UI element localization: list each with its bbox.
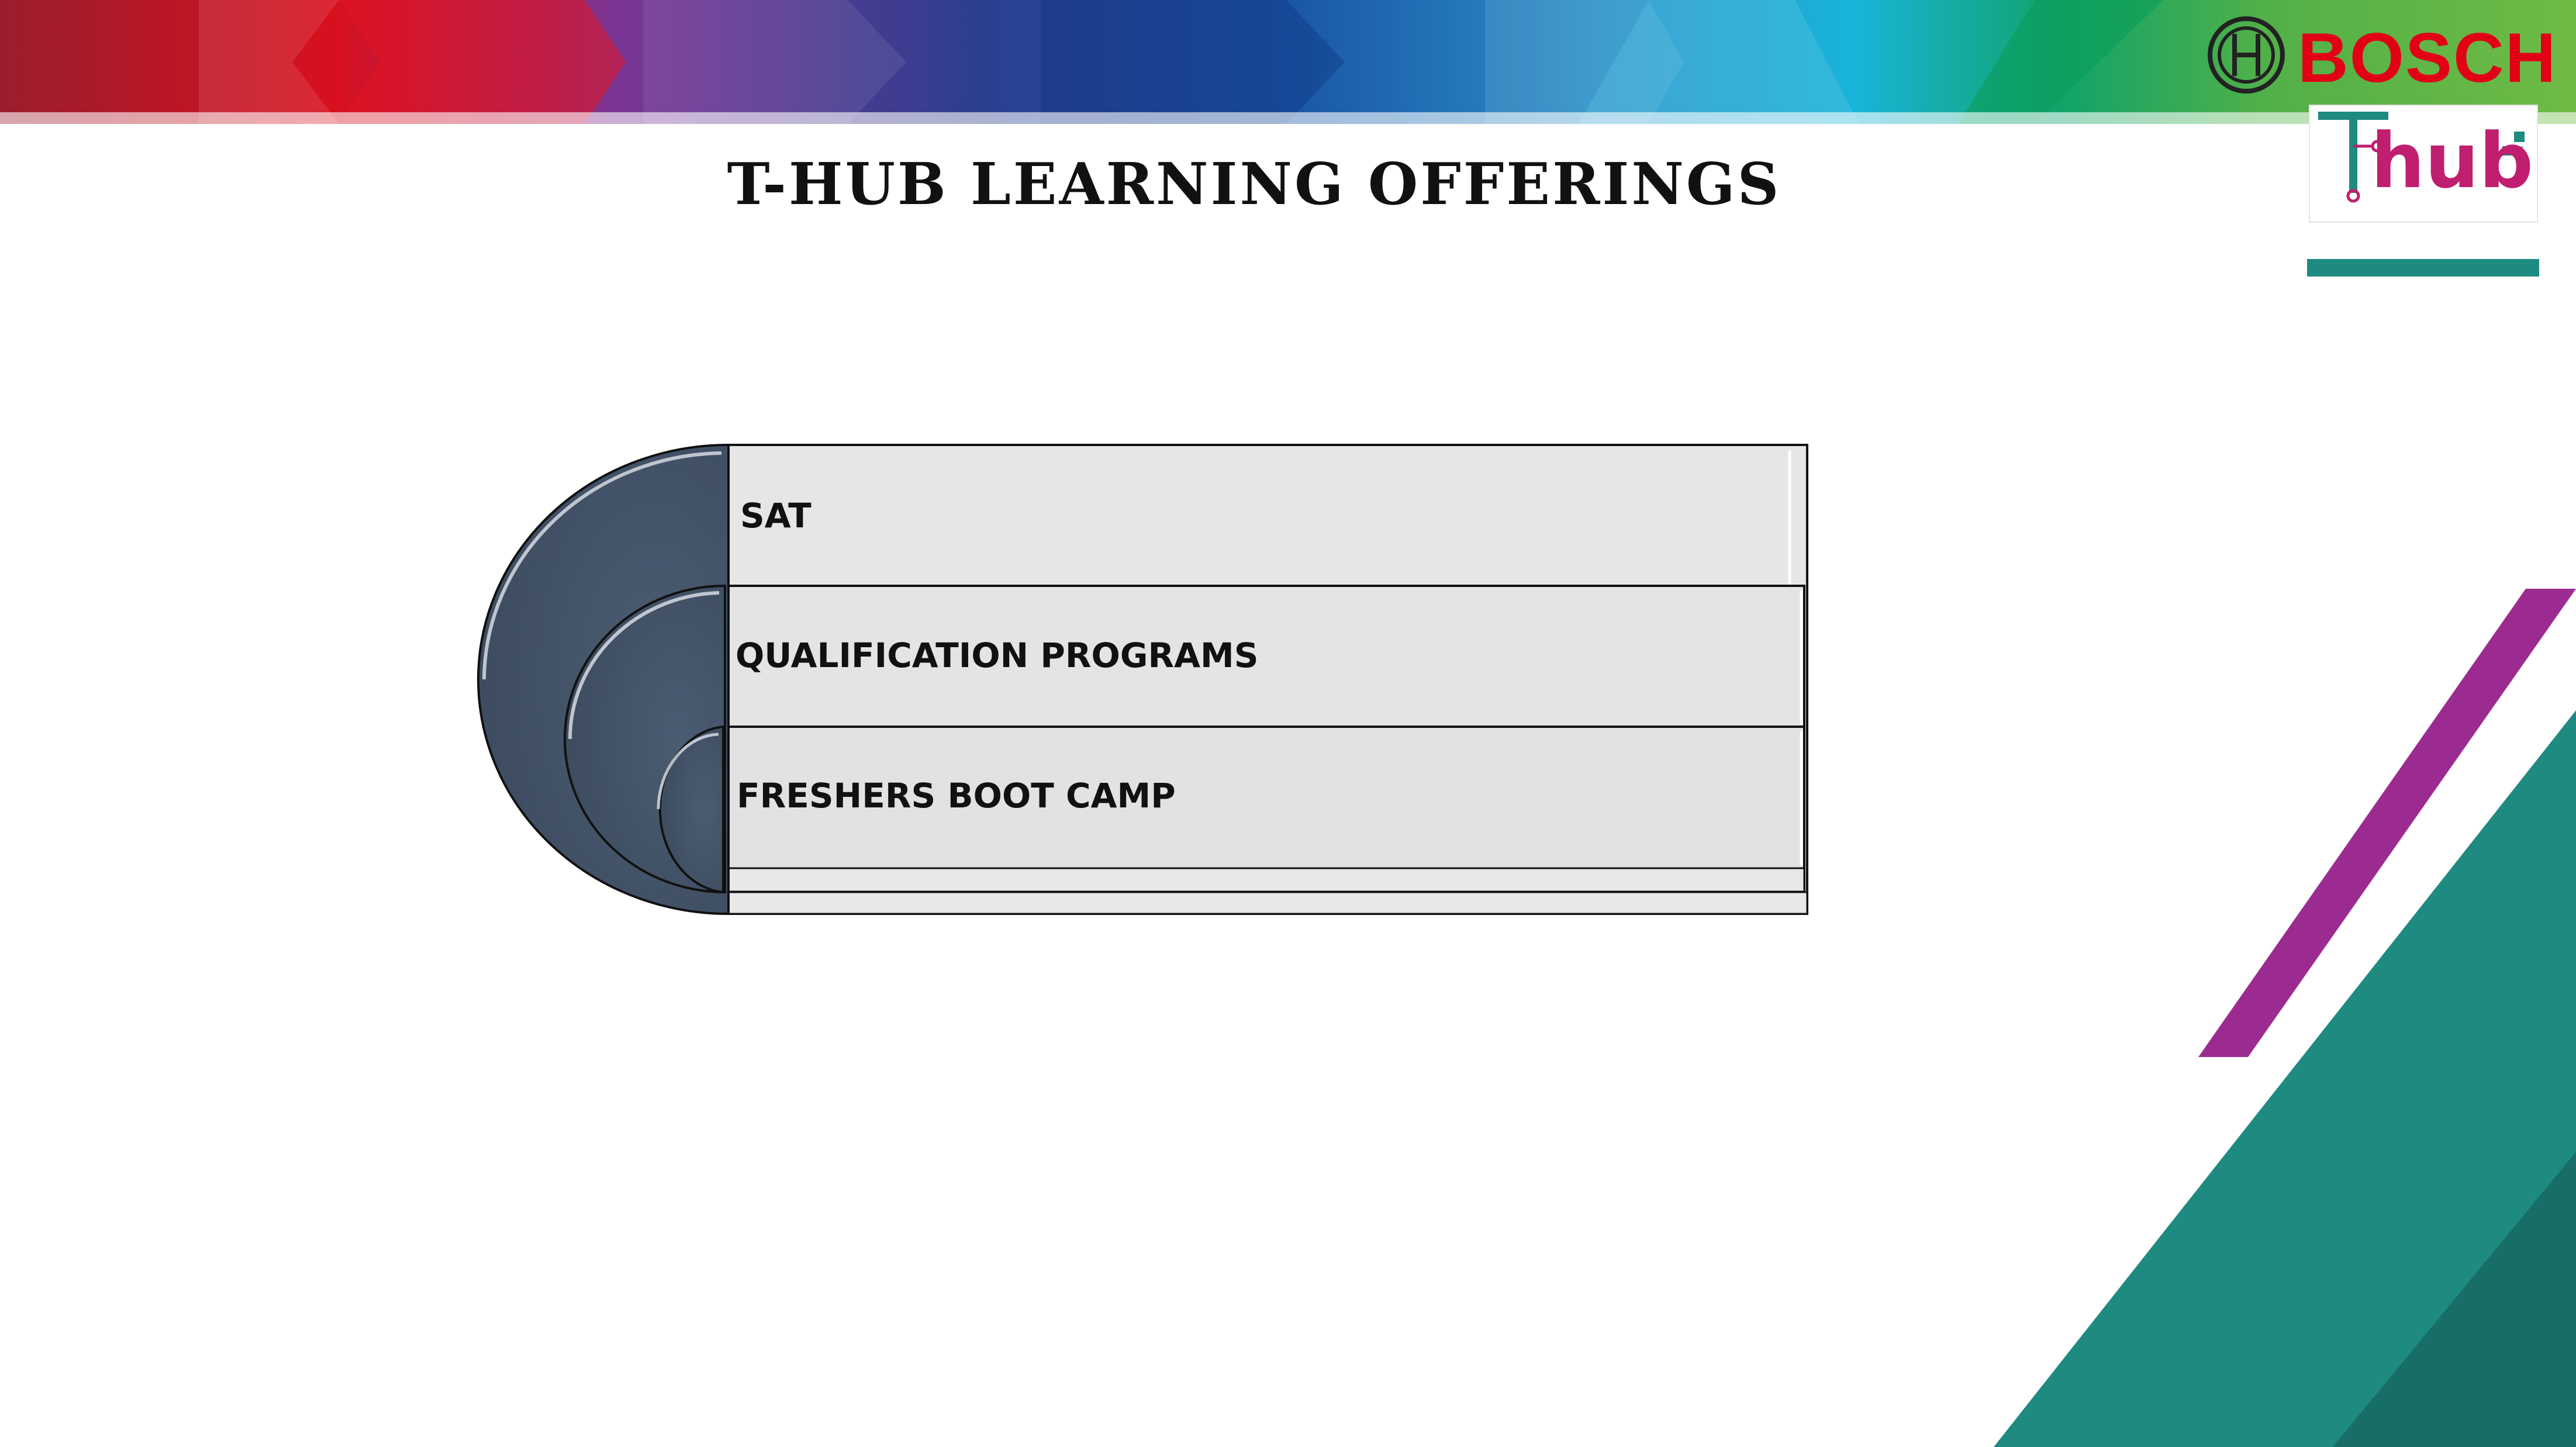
layer-label-sat: SAT	[740, 496, 812, 536]
layer-label-bootcamp: FRESHERS BOOT CAMP	[737, 776, 1176, 816]
decorative-stripes	[1994, 589, 2576, 1447]
bosch-brand: BOSCH	[2298, 19, 2557, 97]
layer-label-qualification: QUALIFICATION PROGRAMS	[735, 636, 1259, 675]
layered-diagram	[477, 443, 1808, 916]
bosch-logo-icon	[2208, 16, 2285, 94]
page-title: T-HUB LEARNING OFFERINGS	[727, 151, 1781, 218]
header-banner	[0, 0, 2576, 165]
